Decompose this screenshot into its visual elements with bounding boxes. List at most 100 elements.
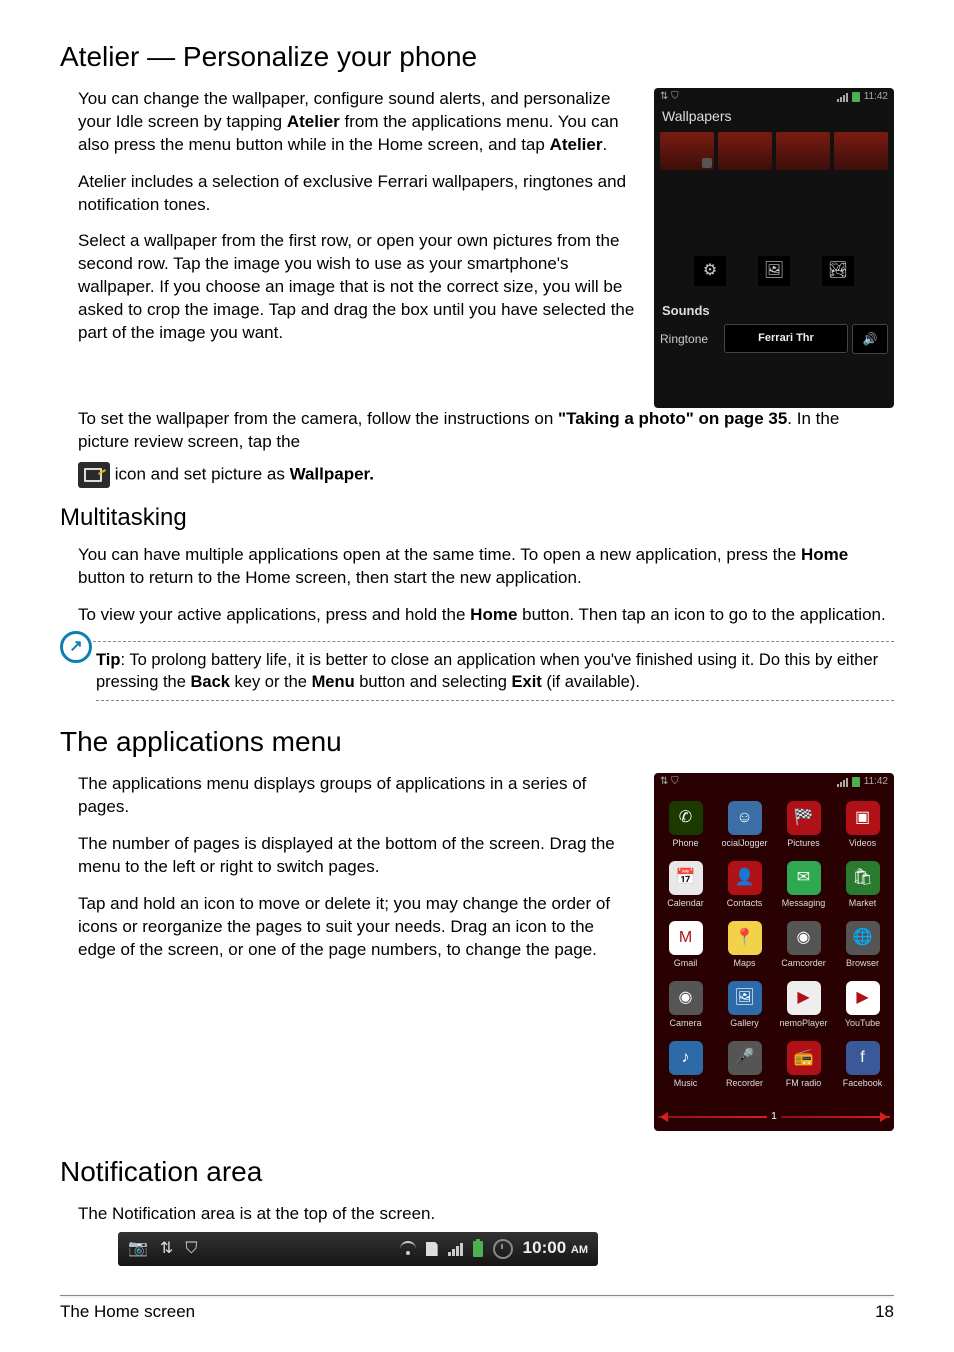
app-icon-market[interactable]: 🛍Market bbox=[833, 855, 892, 915]
app-icon-camcorder[interactable]: ◉ Camcorder bbox=[774, 915, 833, 975]
heading-atelier: Atelier — Personalize your phone bbox=[60, 38, 894, 76]
key-row: ⚙ 🖼 🏞 bbox=[654, 250, 894, 292]
app-icon-gmail[interactable]: M Gmail bbox=[656, 915, 715, 975]
app-label: Contacts bbox=[727, 897, 763, 909]
sounds-row: Ringtone Ferrari Thr 🔊 bbox=[654, 324, 894, 360]
app-icon-phone[interactable]: ✆ Phone bbox=[656, 795, 715, 855]
wallpaper-thumb[interactable] bbox=[718, 132, 772, 170]
app-icon-music[interactable]: ♪Music bbox=[656, 1035, 715, 1095]
app-label: Calendar bbox=[667, 897, 704, 909]
alarm-icon bbox=[493, 1239, 513, 1259]
app-label: Maps bbox=[733, 957, 755, 969]
footer-section-title: The Home screen bbox=[60, 1301, 195, 1324]
status-time: 11:42 bbox=[864, 775, 888, 789]
app-glyph-icon: ▶ bbox=[787, 981, 821, 1015]
pager-arrow-right[interactable] bbox=[880, 1112, 888, 1122]
app-icon-youtube[interactable]: ▶YouTube bbox=[833, 975, 892, 1035]
battery-icon bbox=[852, 92, 860, 102]
app-glyph-icon: 🌐 bbox=[846, 921, 880, 955]
app-icon-pictures[interactable]: 🏁 Pictures bbox=[774, 795, 833, 855]
app-glyph-icon: 📅 bbox=[669, 861, 703, 895]
wallpapers-title: Wallpapers bbox=[654, 105, 894, 132]
app-glyph-icon: 📻 bbox=[787, 1041, 821, 1075]
app-icon-calendar[interactable]: 📅 Calendar bbox=[656, 855, 715, 915]
statusbar: ⇅ ⛉ 11:42 bbox=[654, 88, 894, 106]
app-label: Camera bbox=[669, 1017, 701, 1029]
app-glyph-icon: ◉ bbox=[787, 921, 821, 955]
app-label: Recorder bbox=[726, 1077, 763, 1089]
debug-icon: ⛉ bbox=[185, 1238, 197, 1260]
app-glyph-icon: ✉ bbox=[787, 861, 821, 895]
app-label: FM radio bbox=[786, 1077, 822, 1089]
pager-arrow-left[interactable] bbox=[660, 1112, 668, 1122]
paragraph: The Notification area is at the top of t… bbox=[60, 1203, 894, 1226]
signal-icon bbox=[837, 777, 848, 787]
app-icon-gallery[interactable]: 🖼Gallery bbox=[715, 975, 774, 1035]
sounds-title: Sounds bbox=[654, 292, 894, 324]
statusbar: ⇅ ⛉ 11:42 bbox=[654, 773, 894, 791]
app-icon-nemoplayer[interactable]: ▶nemoPlayer bbox=[774, 975, 833, 1035]
paragraph: To set the wallpaper from the camera, fo… bbox=[60, 408, 894, 454]
wallpaper-tool-icon bbox=[78, 462, 110, 488]
notification-bar-image: 📷 ⇅ ⛉ 10:00 AM bbox=[118, 1232, 598, 1266]
app-glyph-icon: ◉ bbox=[669, 981, 703, 1015]
heading-notification-area: Notification area bbox=[60, 1153, 894, 1191]
app-label: Phone bbox=[672, 837, 698, 849]
key-image-icon[interactable]: 🏞 bbox=[822, 256, 854, 286]
app-icon-facebook[interactable]: f Facebook bbox=[833, 1035, 892, 1095]
app-label: ocialJogger bbox=[721, 837, 767, 849]
app-glyph-icon: f bbox=[846, 1041, 880, 1075]
wallpaper-thumb[interactable] bbox=[834, 132, 888, 170]
pager-current: 1 bbox=[771, 1110, 777, 1124]
app-label: Facebook bbox=[843, 1077, 883, 1089]
sdcard-icon bbox=[426, 1242, 438, 1256]
app-glyph-icon: 🏁 bbox=[787, 801, 821, 835]
app-icon-browser[interactable]: 🌐Browser bbox=[833, 915, 892, 975]
app-icon-fm-radio[interactable]: 📻 FM radio bbox=[774, 1035, 833, 1095]
app-icon-ocialjogger[interactable]: ☺ocialJogger bbox=[715, 795, 774, 855]
wallpaper-thumb[interactable] bbox=[776, 132, 830, 170]
wallpaper-thumb[interactable] bbox=[660, 132, 714, 170]
heading-apps-menu: The applications menu bbox=[60, 723, 894, 761]
screenshot-wallpapers: ⇅ ⛉ 11:42 Wallpapers ⚙ 🖼 🏞 Sounds Ringto… bbox=[654, 88, 894, 408]
paragraph: You can have multiple applications open … bbox=[60, 544, 894, 590]
key-picture-icon[interactable]: 🖼 bbox=[758, 256, 790, 286]
footer-divider bbox=[60, 1295, 894, 1296]
app-label: Music bbox=[674, 1077, 698, 1089]
status-time: 11:42 bbox=[864, 90, 888, 104]
app-label: Gmail bbox=[674, 957, 698, 969]
footer: The Home screen 18 bbox=[60, 1301, 894, 1324]
app-label: Videos bbox=[849, 837, 876, 849]
usb-icon: ⇅ bbox=[160, 1238, 173, 1260]
heading-multitasking: Multitasking bbox=[60, 502, 894, 534]
battery-icon bbox=[473, 1241, 483, 1257]
ringtone-dropdown[interactable]: Ferrari Thr bbox=[724, 324, 848, 353]
app-icon-recorder[interactable]: 🎤Recorder bbox=[715, 1035, 774, 1095]
pager: 1 bbox=[654, 1107, 894, 1127]
app-label: Gallery bbox=[730, 1017, 759, 1029]
app-icon-contacts[interactable]: 👤Contacts bbox=[715, 855, 774, 915]
signal-icon bbox=[837, 92, 848, 102]
app-label: Pictures bbox=[787, 837, 820, 849]
signal-icon bbox=[448, 1242, 463, 1256]
paragraph: To view your active applications, press … bbox=[60, 604, 894, 627]
camera-icon: 📷 bbox=[128, 1238, 148, 1260]
app-label: Messaging bbox=[782, 897, 826, 909]
app-label: Camcorder bbox=[781, 957, 826, 969]
footer-page-number: 18 bbox=[875, 1301, 894, 1324]
app-label: Market bbox=[849, 897, 877, 909]
app-icon-maps[interactable]: 📍Maps bbox=[715, 915, 774, 975]
app-glyph-icon: ▣ bbox=[846, 801, 880, 835]
status-left-icons: ⇅ ⛉ bbox=[660, 775, 679, 789]
key-settings-icon[interactable]: ⚙ bbox=[694, 256, 726, 286]
app-glyph-icon: M bbox=[669, 921, 703, 955]
app-icon-messaging[interactable]: ✉ Messaging bbox=[774, 855, 833, 915]
status-left-icons: ⇅ ⛉ bbox=[660, 90, 679, 104]
ringtone-label: Ringtone bbox=[660, 331, 720, 347]
play-sound-button[interactable]: 🔊 bbox=[852, 324, 888, 354]
app-icon-videos[interactable]: ▣ Videos bbox=[833, 795, 892, 855]
app-icon-camera[interactable]: ◉ Camera bbox=[656, 975, 715, 1035]
screenshot-apps-menu: ⇅ ⛉ 11:42 ✆ Phone ☺ocialJogger 🏁 Pictures ▣ Vi… bbox=[654, 773, 894, 1131]
tip-box: Tip: To prolong battery life, it is bett… bbox=[60, 641, 894, 702]
app-glyph-icon: ✆ bbox=[669, 801, 703, 835]
